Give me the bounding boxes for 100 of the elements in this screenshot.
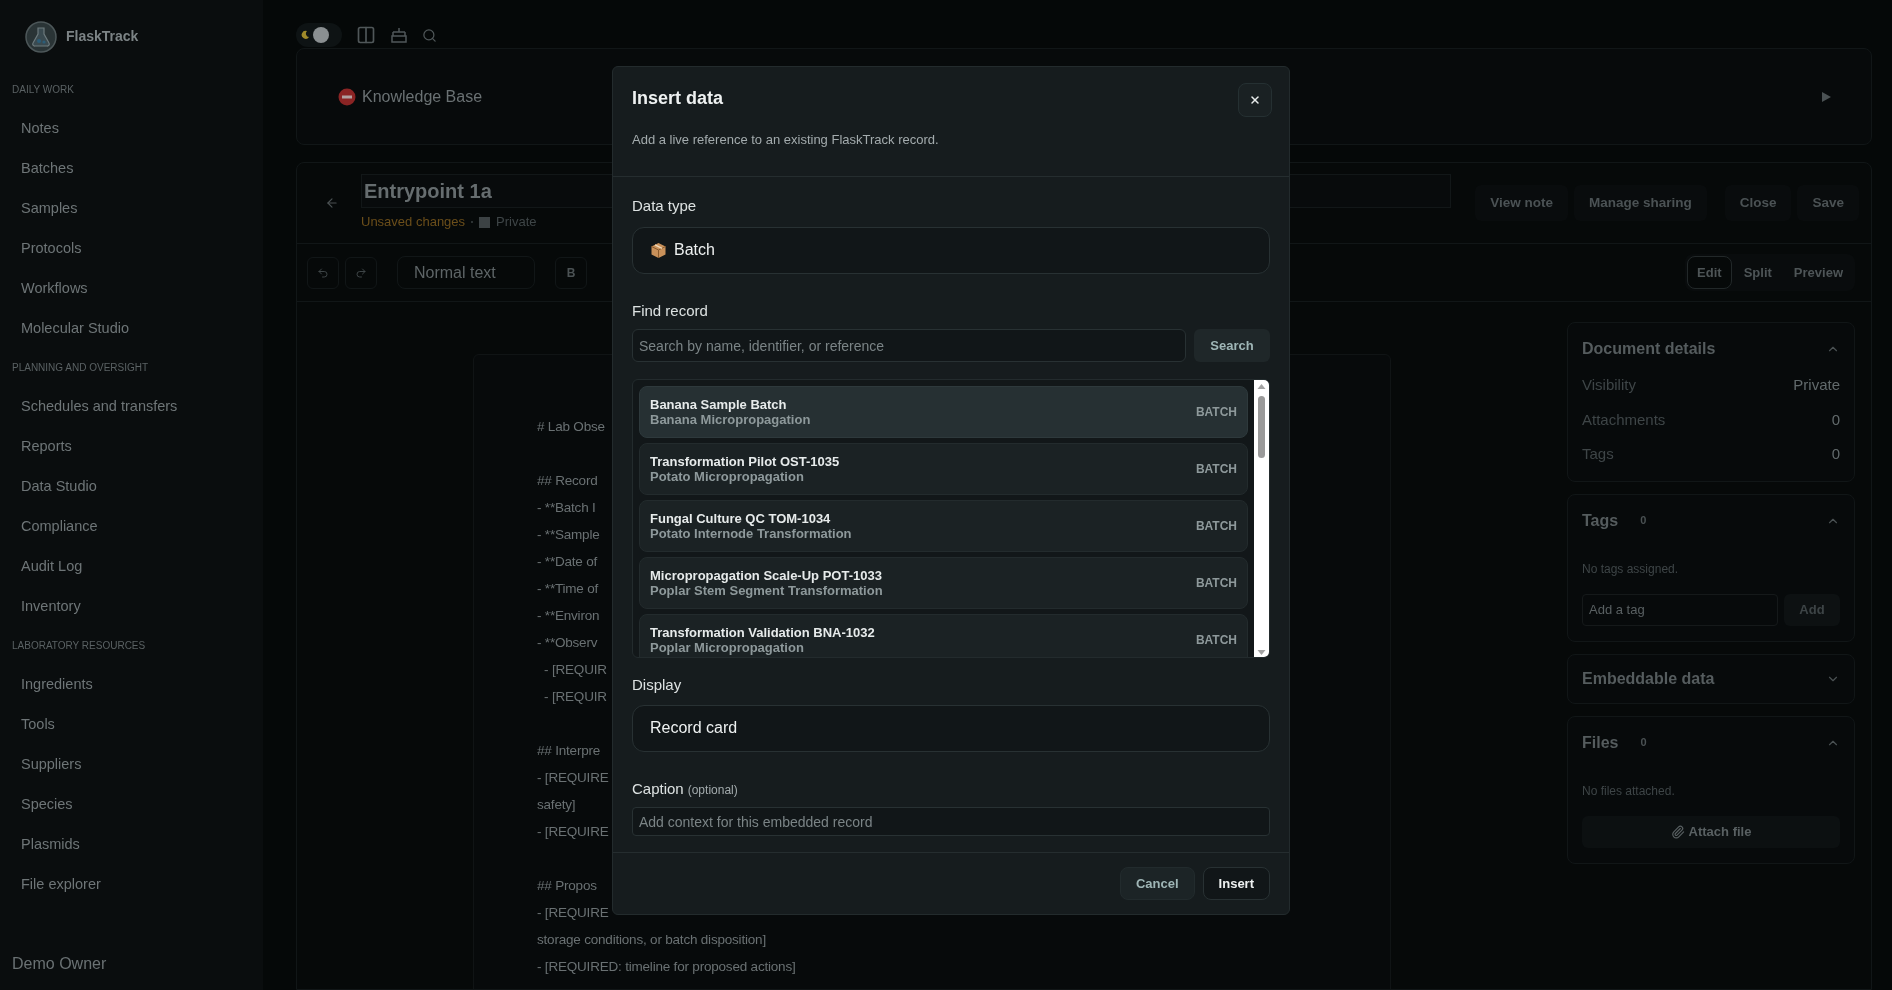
nav-item[interactable]: Batches — [0, 149, 263, 189]
theme-toggle[interactable] — [296, 23, 342, 47]
undo-button[interactable] — [307, 256, 339, 289]
document-line: - [REQUIR — [543, 689, 607, 704]
toggle-knob-icon — [313, 27, 329, 43]
record-name: Banana Sample Batch — [650, 397, 788, 412]
record-type: BATCH — [1195, 461, 1237, 478]
columns-icon[interactable] — [356, 25, 376, 45]
record-type: BATCH — [1195, 518, 1237, 535]
record-search-field[interactable]: Search by name, identifier, or reference — [632, 329, 1186, 362]
detail-value: 0 — [1831, 444, 1840, 464]
nav-item[interactable]: Plasmids — [0, 825, 263, 865]
nav-item[interactable]: File explorer — [0, 865, 263, 905]
document-line: - **Environ — [537, 608, 600, 623]
nav-item[interactable]: Tools — [0, 705, 263, 745]
detail-value: Private — [1793, 375, 1840, 395]
play-icon[interactable] — [1821, 91, 1831, 102]
field-label: Display — [632, 675, 683, 695]
record-option[interactable]: Micropropagation Scale-Up POT-1033 Poplar Stem Segment Transformation BATCH — [639, 557, 1248, 609]
record-type: BATCH — [1195, 575, 1237, 592]
flask-logo-icon — [25, 20, 57, 53]
nav-item[interactable]: Audit Log — [0, 547, 263, 587]
header-action-button[interactable]: Save — [1797, 185, 1859, 221]
block-style-select[interactable]: Normal text — [397, 256, 535, 289]
record-name: Micropropagation Scale-Up POT-1033 — [650, 568, 883, 583]
visibility-text: Private — [496, 213, 537, 232]
search-icon[interactable] — [422, 27, 437, 43]
panel-title: Embeddable data — [1582, 668, 1715, 689]
document-line: - **Sample — [537, 527, 600, 542]
nav-item[interactable]: Species — [0, 785, 263, 825]
panel-title: Files — [1582, 732, 1619, 753]
nav-item[interactable]: Schedules and transfers — [0, 387, 263, 427]
nav-item[interactable]: Inventory — [0, 587, 263, 627]
record-project: Potato Internode Transformation — [650, 526, 852, 541]
document-line: ## Propos — [537, 878, 597, 893]
unsaved-status: Unsaved changes — [361, 213, 466, 232]
record-option[interactable]: Fungal Culture QC TOM-1034 Potato Internode Transformation BATCH — [639, 500, 1248, 552]
detail-label: Attachments — [1582, 409, 1666, 430]
document-line: - [REQUIR — [543, 662, 607, 677]
document-line: # Lab Obse — [537, 419, 605, 434]
nav-item[interactable]: Protocols — [0, 229, 263, 269]
close-button[interactable] — [1238, 83, 1272, 117]
header-action-button[interactable]: Close — [1724, 185, 1792, 221]
moon-icon — [300, 30, 310, 40]
record-project: Banana Micropropagation — [650, 412, 811, 427]
data-type-select[interactable]: Batch — [632, 226, 1270, 274]
mode-tab[interactable]: Preview — [1783, 256, 1853, 289]
document-line: ## Interpre — [537, 743, 601, 758]
nav-item[interactable]: Suppliers — [0, 745, 263, 785]
record-type: BATCH — [1195, 404, 1237, 421]
insert-button[interactable]: Insert — [1202, 867, 1270, 900]
document-line: safety] — [537, 797, 576, 812]
record-name: Fungal Culture QC TOM-1034 — [650, 511, 832, 526]
nav-item[interactable]: Compliance — [0, 507, 263, 547]
detail-value: 0 — [1831, 409, 1840, 430]
header-action-button[interactable]: View note — [1475, 185, 1568, 221]
bold-button[interactable]: B — [555, 256, 587, 289]
record-project: Poplar Stem Segment Transformation — [650, 583, 883, 598]
redo-button[interactable] — [345, 256, 377, 289]
caption-field[interactable]: Add context for this embedded record — [632, 807, 1270, 836]
tag-input[interactable]: Add a tag — [1582, 593, 1778, 626]
record-option[interactable]: Transformation Validation BNA-1032 Poplar Micropropagation BATCH — [639, 614, 1248, 657]
record-option[interactable]: Transformation Pilot OST-1035 Potato Micropropagation BATCH — [639, 443, 1248, 495]
section-heading: LABORATORY RESOURCES — [12, 639, 146, 653]
no-entry-icon — [338, 87, 356, 106]
nav-item[interactable]: Notes — [0, 109, 263, 149]
cancel-button[interactable]: Cancel — [1119, 867, 1195, 900]
search-button[interactable]: Search — [1194, 329, 1270, 362]
nav-item[interactable]: Ingredients — [0, 665, 263, 705]
detail-label: Visibility — [1582, 375, 1636, 395]
breadcrumb-text[interactable]: Knowledge Base — [362, 84, 483, 109]
field-label: Caption — [632, 778, 684, 799]
count-text: 0 — [1640, 513, 1647, 529]
panel-title: Document details — [1582, 339, 1716, 359]
record-project: Potato Micropropagation — [650, 469, 805, 484]
dialog-title: Insert data — [632, 87, 724, 110]
nav-item[interactable]: Workflows — [0, 269, 263, 309]
count-text: 0 — [1640, 735, 1647, 751]
field-label: Data type — [632, 196, 698, 216]
document-line: ## Record — [537, 473, 598, 488]
nav-item[interactable]: Data Studio — [0, 467, 263, 507]
header-action-button[interactable]: Manage sharing — [1573, 185, 1707, 221]
record-project: Poplar Micropropagation — [650, 640, 805, 655]
document-line: - [REQUIRED: timeline for proposed actions] — [537, 959, 796, 974]
mode-tab[interactable]: Split — [1733, 256, 1782, 289]
nav-item[interactable]: Reports — [0, 427, 263, 467]
brand-name: FlaskTrack — [66, 27, 139, 46]
mode-tab[interactable]: Edit — [1687, 256, 1732, 289]
field-label: Find record — [632, 300, 709, 321]
document-line: - **Date of — [537, 554, 598, 569]
scrollbar-icon[interactable] — [1254, 380, 1269, 657]
nav-item[interactable]: Molecular Studio — [0, 309, 263, 349]
document-line: - **Batch I — [537, 500, 596, 515]
display-select[interactable]: Record card — [632, 704, 1270, 752]
user-name[interactable]: Demo Owner — [0, 952, 263, 976]
attach-file-button[interactable]: Attach file — [1582, 815, 1840, 848]
record-option[interactable]: Banana Sample Batch Banana Micropropagation BATCH — [639, 386, 1248, 438]
document-line: - [REQUIRE — [537, 905, 609, 920]
nav-item[interactable]: Samples — [0, 189, 263, 229]
optional-hint: (optional) — [687, 781, 738, 799]
